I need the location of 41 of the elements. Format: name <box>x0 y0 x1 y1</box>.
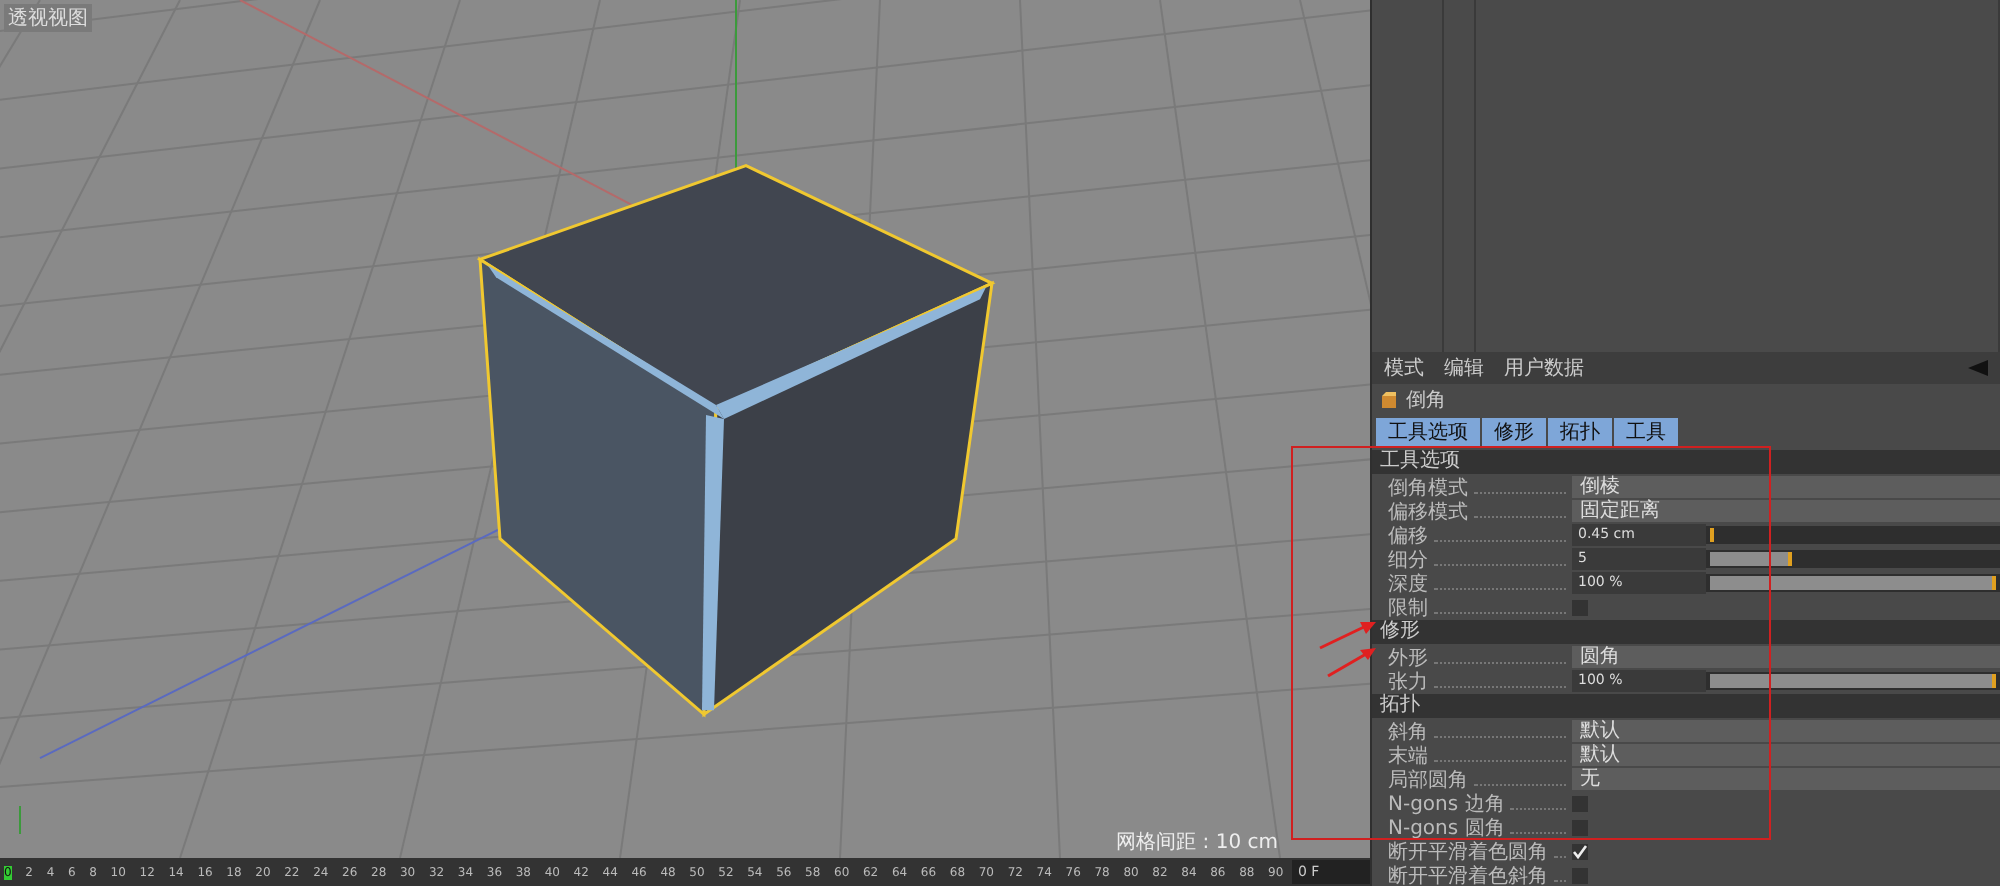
checkbox[interactable] <box>1572 819 1588 835</box>
section-header[interactable]: 修形 <box>1372 620 2000 644</box>
field-label: 深度 <box>1388 571 1428 597</box>
field-label: 斜角 <box>1388 719 1428 745</box>
section-header[interactable]: 拓扑 <box>1372 694 2000 718</box>
field-label: 末端 <box>1388 743 1428 769</box>
back-arrow-icon[interactable] <box>1968 360 1988 376</box>
field-label: N-gons 边角 <box>1388 791 1505 817</box>
bevel-tool-icon <box>1380 391 1398 409</box>
field-label: 偏移 <box>1388 523 1428 549</box>
field-label: N-gons 圆角 <box>1388 815 1505 841</box>
field-label: 局部圆角 <box>1388 767 1468 793</box>
checkbox[interactable] <box>1572 843 1588 859</box>
dropdown-field[interactable]: 无 <box>1572 768 2000 790</box>
field-label: 张力 <box>1388 669 1428 693</box>
tab[interactable]: 拓扑 <box>1548 418 1612 446</box>
field-label: 限制 <box>1388 595 1428 620</box>
axis-icon <box>19 805 21 836</box>
dropdown-field[interactable]: 固定距离 <box>1572 500 2000 522</box>
dropdown-field[interactable]: 圆角 <box>1572 646 2000 668</box>
section-header[interactable]: 工具选项 <box>1372 450 2000 474</box>
dropdown-field[interactable]: 默认 <box>1572 720 2000 742</box>
field-label: 断开平滑着色圆角 <box>1388 839 1548 865</box>
grid-spacing-label: 网格间距 : 10 cm <box>1116 829 1278 856</box>
field-label: 倒角模式 <box>1388 475 1468 501</box>
tab[interactable]: 工具选项 <box>1376 418 1480 446</box>
menu-item[interactable]: 模式 <box>1384 354 1424 382</box>
tab[interactable]: 修形 <box>1482 418 1546 446</box>
field-label: 细分 <box>1388 547 1428 573</box>
tab[interactable]: 工具 <box>1614 418 1678 446</box>
dropdown-field[interactable]: 倒棱 <box>1572 476 2000 498</box>
menu-item[interactable]: 用户数据 <box>1504 354 1584 382</box>
dropdown-field[interactable]: 默认 <box>1572 744 2000 766</box>
viewport-label: 透视视图 <box>4 4 92 32</box>
annotation-arrow <box>1327 648 1376 678</box>
field-label: 外形 <box>1388 645 1428 671</box>
field-label: 偏移模式 <box>1388 499 1468 525</box>
tool-title: 倒角 <box>1406 388 1446 414</box>
field-label: 断开平滑着色斜角 <box>1388 863 1548 886</box>
menu-item[interactable]: 编辑 <box>1444 354 1484 382</box>
annotation-arrow <box>1319 622 1376 650</box>
